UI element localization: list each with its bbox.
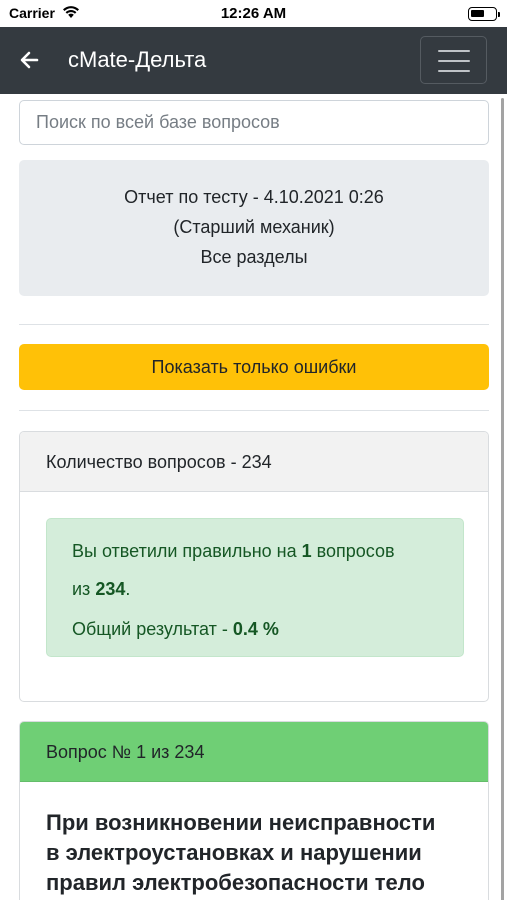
result-alert: Вы ответили правильно на 1 вопросов из 2… bbox=[46, 518, 464, 657]
status-bar: Carrier 12:26 AM bbox=[0, 0, 507, 27]
divider bbox=[19, 324, 489, 325]
status-time: 12:26 AM bbox=[220, 5, 287, 22]
report-title: Отчет по тесту - 4.10.2021 0:26 bbox=[124, 187, 384, 207]
total-count: 234 bbox=[95, 579, 126, 599]
total-questions-line: из 234. bbox=[72, 579, 131, 599]
app-title: cMate-Дельта bbox=[68, 47, 207, 72]
menu-button[interactable] bbox=[420, 36, 487, 84]
correct-answers-line: Вы ответили правильно на 1 вопросов bbox=[72, 541, 395, 561]
overall-result-value: 0.4 % bbox=[232, 619, 279, 639]
battery-icon bbox=[468, 7, 500, 21]
question-count-card: Количество вопросов - 234 Вы ответили пр… bbox=[19, 431, 489, 702]
report-summary: Отчет по тесту - 4.10.2021 0:26 (Старший… bbox=[19, 160, 489, 296]
question-number: Вопрос № 1 из 234 bbox=[46, 742, 205, 762]
report-sections: Все разделы bbox=[200, 247, 308, 267]
question-text: При возникновении неисправности в электр… bbox=[46, 810, 436, 895]
navbar: cMate-Дельта bbox=[0, 27, 507, 94]
overall-result-line: Общий результат - 0.4 % bbox=[72, 619, 279, 639]
question-count-title: Количество вопросов - 234 bbox=[46, 452, 272, 472]
correct-count: 1 bbox=[301, 541, 312, 561]
divider bbox=[19, 410, 489, 411]
search-input[interactable] bbox=[19, 100, 489, 145]
question-card: Вопрос № 1 из 234 При возникновении неис… bbox=[19, 721, 489, 900]
main-content[interactable]: Отчет по тесту - 4.10.2021 0:26 (Старший… bbox=[0, 94, 507, 900]
arrow-left-icon[interactable] bbox=[18, 49, 40, 71]
show-errors-button[interactable]: Показать только ошибки bbox=[19, 344, 489, 390]
report-position: (Старший механик) bbox=[173, 217, 335, 237]
question-card-header: Вопрос № 1 из 234 bbox=[20, 722, 488, 782]
card-header: Количество вопросов - 234 bbox=[20, 432, 488, 492]
scrollbar[interactable] bbox=[501, 98, 504, 900]
